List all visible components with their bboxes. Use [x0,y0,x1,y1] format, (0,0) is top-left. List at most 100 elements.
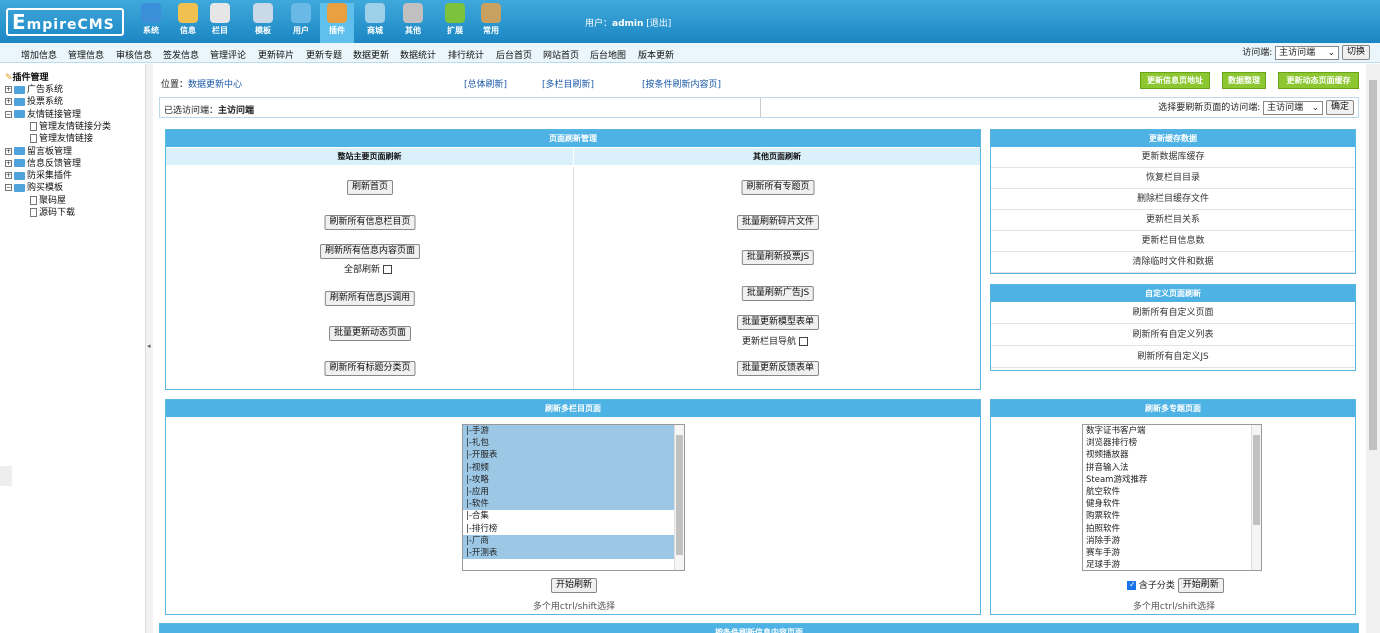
column-option[interactable]: |-开测表 [463,546,684,560]
top-nav-gear[interactable]: 其他 [398,3,428,43]
left-refresh-button[interactable]: 刷新所有标题分类页 [324,361,416,376]
menu-item[interactable]: 管理信息 [68,48,104,61]
cache-item[interactable]: 更新栏目关系 [991,210,1355,231]
column-option[interactable]: |-排行榜 [463,523,684,535]
menu-item[interactable]: 增加信息 [21,48,57,61]
left-refresh-button[interactable]: 刷新所有信息栏目页 [324,215,416,230]
topic-option[interactable]: 购票软件 [1083,510,1261,522]
menu-item[interactable]: 后台首页 [496,48,532,61]
column-option[interactable]: |-软件 [463,498,684,511]
menu-item[interactable]: 数据更新 [353,48,389,61]
left-edge-tab[interactable] [0,466,12,486]
left-refresh-button[interactable]: 刷新所有信息内容页面 [319,244,421,259]
right-refresh-button[interactable]: 批量更新模型表单 [736,315,820,330]
column-option[interactable]: |-厂商 [463,534,684,547]
topic-option[interactable]: 足球手游 [1083,559,1261,570]
left-refresh-button[interactable]: 批量更新动态页面 [328,326,412,341]
expand-icon[interactable]: + [5,98,12,106]
sidebar-splitter[interactable]: ◂ [145,64,153,633]
all-refresh-checkbox[interactable] [383,265,393,274]
logout-link[interactable]: [退出] [646,19,671,29]
expand-icon[interactable]: + [5,86,12,93]
breadcrumb-link[interactable]: 数据更新中心 [188,80,242,90]
sidebar-item[interactable]: 聚码屋 [30,193,66,206]
topic-option[interactable]: 健身软件 [1083,498,1261,510]
page-scrollbar[interactable] [1366,64,1380,633]
expand-icon[interactable]: − [5,110,12,118]
sidebar-item[interactable]: 源码下载 [30,205,75,218]
menu-item[interactable]: 管理评论 [210,48,246,61]
sidebar-item[interactable]: − 购买模板 [5,180,63,193]
sidebar-item[interactable]: − 友情链接管理 [5,107,81,120]
expand-icon[interactable]: + [5,172,12,180]
update-info-url-button[interactable]: 更新信息页地址 [1140,72,1210,89]
menu-item[interactable]: 后台地图 [590,48,626,61]
condition-refresh-link[interactable]: [按条件刷新内容页] [642,77,721,90]
data-cleanup-button[interactable]: 数据整理 [1222,72,1266,89]
topic-option[interactable]: 视频播放器 [1083,449,1261,461]
expand-icon[interactable]: + [5,159,12,167]
menu-item[interactable]: 签发信息 [163,48,199,61]
column-option[interactable]: |-手游 [463,425,684,438]
menu-item[interactable]: 数据统计 [400,48,436,61]
topic-listbox[interactable]: 数字证书客户端 浏览器排行榜 视频播放器 拼音输入法 Steam游戏推荐 航空软件 健身软件… [1082,424,1262,571]
topic-option[interactable]: 拍照软件 [1083,523,1261,535]
column-option[interactable]: |-开服表 [463,449,684,462]
sidebar-item[interactable]: + 广告系统 [5,82,63,95]
column-option[interactable]: |-视频 [463,461,684,474]
topic-option[interactable]: 赛车手游 [1083,547,1261,559]
sidebar-item[interactable]: + 信息反馈管理 [5,156,81,169]
access-select[interactable]: 主访问端 ⌄ [1275,45,1340,60]
multi-topic-start-button[interactable]: 开始刷新 [1177,578,1224,593]
sidebar-item[interactable]: + 防采集插件 [5,168,72,181]
left-refresh-button[interactable]: 刷新首页 [346,180,394,195]
menu-item[interactable]: 版本更新 [638,48,674,61]
empirecms-logo[interactable]: EmpireCMS [6,8,124,36]
cache-item[interactable]: 删除栏目缓存文件 [991,189,1355,210]
sidebar-item[interactable]: + 留言板管理 [5,144,72,157]
multi-column-refresh-link[interactable]: [多栏目刷新] [542,77,594,90]
custom-item[interactable]: 刷新所有自定义JS [991,346,1355,368]
column-option[interactable]: |-礼包 [463,437,684,450]
topic-option[interactable]: 浏览器排行榜 [1083,437,1261,449]
menu-item[interactable]: 更新碎片 [258,48,294,61]
sidebar-item[interactable]: 管理友情链接分类 [30,119,111,132]
topic-option[interactable]: Steam游戏推荐 [1083,474,1261,486]
column-option[interactable]: |-应用 [463,485,684,499]
top-nav-tools[interactable]: 插件 [320,3,354,43]
top-nav-pencil-doc[interactable]: 信息 [173,3,203,43]
cache-item[interactable]: 更新数据库缓存 [991,147,1355,168]
expand-icon[interactable]: + [5,147,12,155]
custom-item[interactable]: 刷新所有自定义列表 [991,324,1355,346]
sidebar-item[interactable]: + 投票系统 [5,94,63,107]
topic-option[interactable]: 拼音输入法 [1083,462,1261,474]
nav-update-checkbox[interactable] [799,337,809,346]
expand-icon[interactable]: − [5,184,12,192]
right-refresh-button[interactable]: 批量刷新碎片文件 [736,215,820,230]
top-nav-shop[interactable]: 商城 [360,3,390,43]
confirm-button[interactable]: 确定 [1325,100,1354,115]
top-nav-plus[interactable]: 扩展 [440,3,470,43]
right-refresh-button[interactable]: 刷新所有专题页 [741,180,815,195]
column-option[interactable]: |-攻略 [463,473,684,486]
top-nav-template[interactable]: 模板 [248,3,278,43]
top-nav-user[interactable]: 用户 [286,3,316,43]
cache-item[interactable]: 清除临时文件和数据 [991,252,1355,273]
right-refresh-button[interactable]: 批量刷新投票JS [741,250,815,265]
custom-item[interactable]: 刷新所有自定义页面 [991,302,1355,324]
cache-item[interactable]: 恢复栏目目录 [991,168,1355,189]
sidebar-item[interactable]: 管理友情链接 [30,131,93,144]
menu-item[interactable]: 审核信息 [116,48,152,61]
topic-option[interactable]: 航空软件 [1083,486,1261,498]
multi-column-start-button[interactable]: 开始刷新 [551,578,598,593]
right-refresh-button[interactable]: 批量刷新广告JS [741,286,815,301]
menu-item[interactable]: 网站首页 [543,48,579,61]
top-nav-folder[interactable]: 栏目 [205,3,235,43]
topic-option[interactable]: 数字证书客户端 [1083,425,1261,437]
menu-item[interactable]: 更新专题 [306,48,342,61]
topic-option[interactable]: 消除手游 [1083,535,1261,547]
top-nav-globe[interactable]: 系统 [136,3,166,43]
switch-button[interactable]: 切换 [1341,45,1370,60]
update-dynamic-cache-button[interactable]: 更新动态页面缓存 [1278,72,1359,89]
top-nav-box[interactable]: 常用 [476,3,506,43]
